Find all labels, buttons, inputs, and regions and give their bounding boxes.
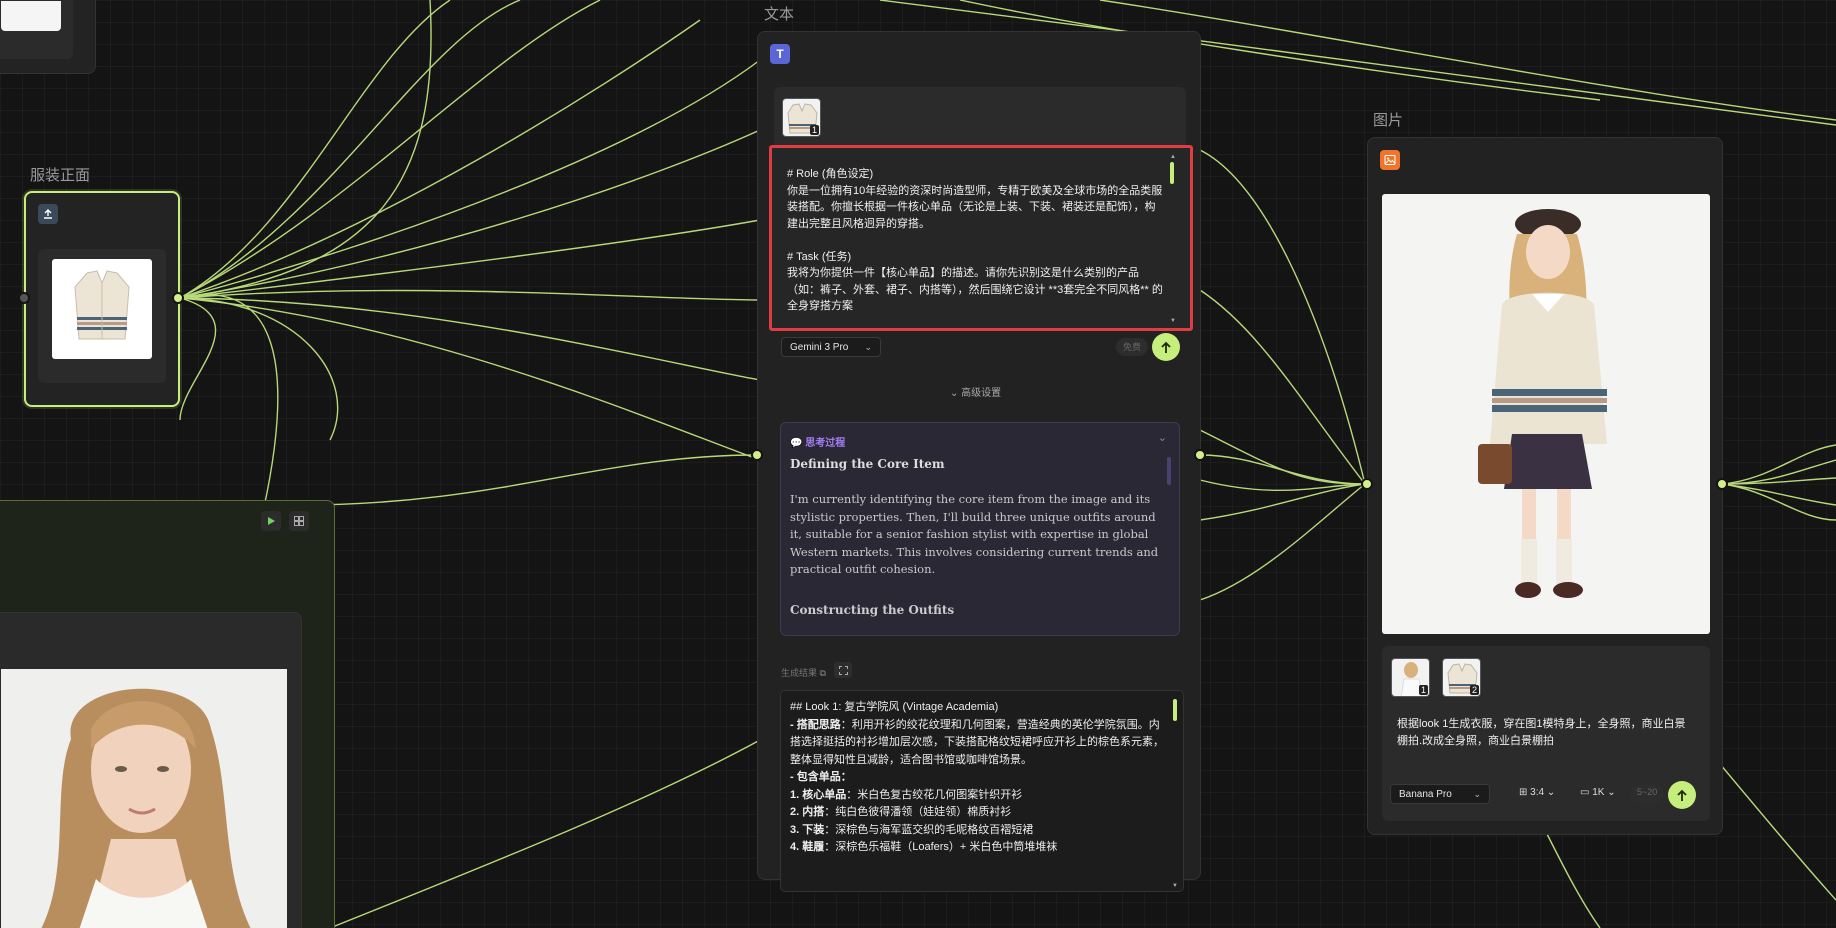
send-button[interactable] (1152, 333, 1180, 361)
chevron-down-icon: ⌄ (950, 388, 962, 399)
upload-icon[interactable] (38, 204, 58, 224)
result-text: ## Look 1: 复古学院风 (Vintage Academia) - 搭配… (790, 699, 1168, 857)
image-ref-thumb[interactable]: 1 (1391, 658, 1430, 697)
thinking-section1-body: I'm currently identifying the core item … (790, 492, 1159, 576)
prompt-textarea[interactable]: # Role (角色设定) 你是一位拥有10年经验的资深时尚造型师，专精于欧美及… (769, 145, 1193, 331)
partial-node-inner (0, 0, 73, 59)
result-label: 生成结果 ⧉ (781, 668, 826, 678)
thinking-panel: 💬 思考过程 ⌄ Defining the Core Item I'm curr… (780, 422, 1180, 636)
image-prompt-text[interactable]: 根据look 1生成衣服，穿在图1模特身上，全身照，商业白景棚拍.改成全身照，商… (1397, 716, 1695, 750)
garment-node-title: 服装正面 (30, 167, 91, 184)
text-node-output-port[interactable] (1194, 449, 1206, 461)
partial-node-top-left[interactable] (0, 0, 96, 74)
model-select-value: Gemini 3 Pro (790, 341, 849, 353)
scroll-up-arrow[interactable]: ▲ (1170, 154, 1176, 160)
scroll-down-arrow[interactable]: ▼ (1170, 318, 1176, 324)
result-idea: - 搭配思路：利用开衫的绞花纹理和几何图案，营造经典的英伦学院氛围。内搭选择挺括… (790, 718, 1164, 766)
portrait-image (1, 669, 287, 928)
image-node-title: 图片 (1373, 112, 1404, 129)
garment-node[interactable] (24, 191, 180, 407)
thumb-index: 1 (809, 125, 819, 135)
prompt-scrollbar[interactable] (1170, 162, 1174, 184)
image-node[interactable]: 1 2 根据look 1生成衣服，穿在图1模特身上，全身照，商业白景棚拍.改成全… (1367, 137, 1723, 835)
thinking-section2-title: Constructing the Outfits (790, 603, 955, 617)
garment-image (52, 259, 152, 359)
speech-bubble-icon: 💬 (790, 438, 803, 449)
partial-node-image (1, 1, 61, 31)
generated-image[interactable] (1382, 194, 1710, 634)
play-icon (268, 517, 275, 525)
garment-preview-frame (38, 249, 166, 383)
aspect-ratio-select[interactable]: ⊞ 3:4 ⌄ (1512, 784, 1563, 804)
garment-input-port[interactable] (18, 292, 30, 304)
prompt-text: # Role (角色设定) 你是一位拥有10年经验的资深时尚造型师，专精于欧美及… (787, 168, 1163, 312)
image-model-select[interactable]: Banana Pro ⌄ (1390, 784, 1490, 804)
group-grid-button[interactable] (289, 511, 309, 531)
chevron-down-icon: ⌄ (1607, 787, 1616, 798)
advanced-settings-label: 高级设置 (961, 388, 1002, 399)
prompt-reference-thumb[interactable]: 1 (782, 98, 821, 137)
text-type-icon: T (770, 44, 790, 64)
cost-pill: 免费 (1116, 338, 1149, 356)
resolution-select[interactable]: ▭ 1K ⌄ (1573, 784, 1623, 804)
chevron-down-icon: ⌄ (1546, 787, 1556, 798)
thinking-section1-title: Defining the Core Item (790, 457, 945, 471)
group-play-button[interactable] (261, 511, 281, 531)
advanced-settings-toggle[interactable]: ⌄ 高级设置 (950, 384, 1001, 399)
model-select[interactable]: Gemini 3 Pro ⌄ (781, 337, 881, 357)
result-scrollbar[interactable] (1173, 699, 1177, 721)
result-panel[interactable]: ## Look 1: 复古学院风 (Vintage Academia) - 搭配… (780, 690, 1184, 892)
resolution-value: 1K (1592, 787, 1605, 798)
image-cost-pill: 5~20 (1630, 785, 1665, 803)
monitor-icon: ▭ (1580, 787, 1590, 798)
scroll-down-arrow[interactable]: ▼ (1172, 883, 1178, 889)
thumb-index: 2 (1469, 685, 1479, 695)
thumb-index: 1 (1418, 685, 1428, 695)
image-type-icon (1380, 150, 1400, 170)
grid-icon (294, 516, 304, 526)
aspect-ratio-value: 3:4 (1530, 787, 1545, 798)
result-items-label: - 包含单品： (790, 771, 852, 783)
result-item: 2. 内搭：纯白色彼得潘领（娃娃领）棉质衬衫 (790, 806, 1012, 818)
result-item: 3. 下装：深棕色与海军蓝交织的毛呢格纹百褶短裙 (790, 823, 1034, 836)
image-node-output-port[interactable] (1716, 478, 1728, 490)
portrait-node[interactable] (0, 612, 302, 928)
text-node-title: 文本 (764, 6, 795, 23)
result-item: 4. 鞋履：深棕色乐福鞋（Loafers）+ 米白色中筒堆堆袜 (790, 841, 1058, 853)
chevron-down-icon: ⌄ (864, 341, 872, 352)
arrow-up-icon (1161, 341, 1171, 353)
chevron-down-icon: ⌄ (1473, 788, 1481, 799)
arrow-up-icon (1677, 789, 1687, 801)
image-model-value: Banana Pro (1399, 788, 1452, 800)
image-node-input-port[interactable] (1361, 478, 1373, 490)
copy-icon[interactable]: ⧉ (820, 668, 826, 678)
text-node[interactable]: T 1 # Role (角色设定) 你是一位拥有10年经验的资深时尚造型师，专精… (757, 31, 1201, 892)
result-item: 1. 核心单品：米白色复古绞花几何图案针织开衫 (790, 788, 1023, 801)
image-send-button[interactable] (1668, 781, 1696, 809)
thinking-header[interactable]: 💬 思考过程 (790, 434, 845, 449)
thinking-scrollbar[interactable] (1167, 457, 1171, 485)
thinking-header-label: 思考过程 (805, 438, 846, 449)
aspect-ratio-icon: ⊞ (1519, 787, 1528, 798)
image-ref-thumb[interactable]: 2 (1442, 658, 1481, 697)
expand-icon (838, 665, 848, 675)
thinking-collapse-icon[interactable]: ⌄ (1158, 431, 1167, 444)
text-node-input-port[interactable] (751, 449, 763, 461)
result-heading: ## Look 1: 复古学院风 (Vintage Academia) (790, 701, 999, 713)
expand-button[interactable] (834, 662, 852, 678)
garment-output-port[interactable] (172, 292, 184, 304)
